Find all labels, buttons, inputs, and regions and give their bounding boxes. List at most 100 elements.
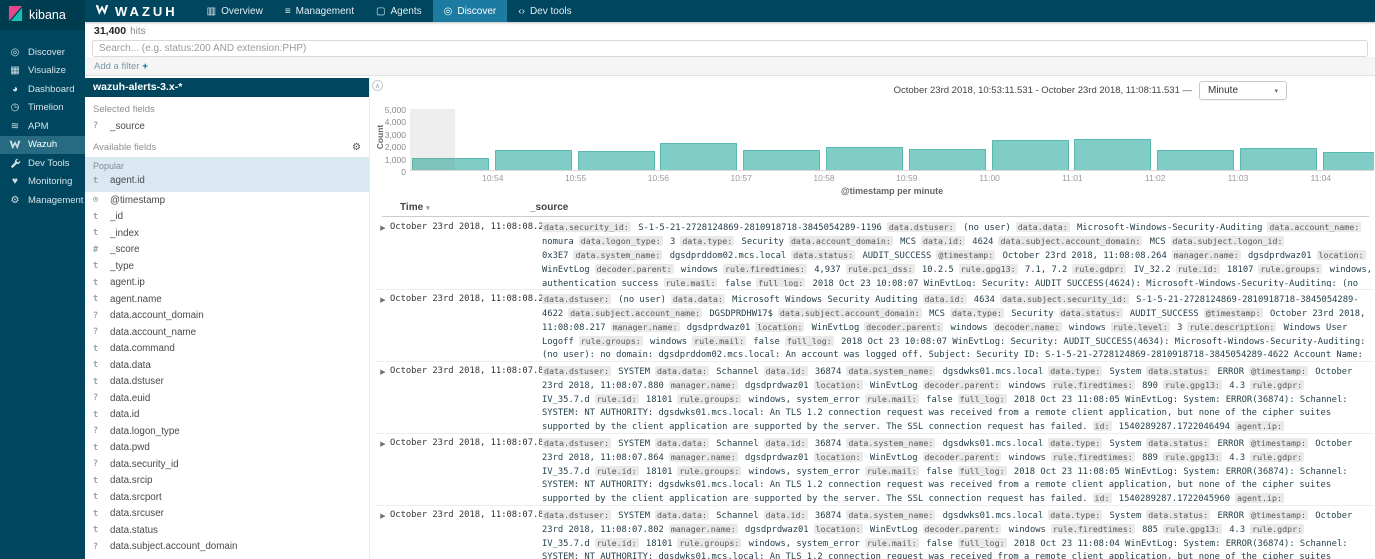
kibana-logo-icon	[8, 6, 23, 24]
nav-tab-label: Discover	[457, 5, 497, 17]
interval-select[interactable]: Minute ▾	[1199, 81, 1287, 100]
field-source[interactable]: ? _source	[85, 118, 369, 135]
expand-row-icon[interactable]: ▶	[376, 221, 390, 287]
field-key-badge: full_log:	[784, 336, 834, 346]
field-name: agent.id	[110, 175, 145, 187]
index-pattern-selector[interactable]: wazuh-alerts-3.x-*	[85, 78, 369, 97]
sort-caret-icon: ▾	[426, 205, 430, 212]
field-data-security-id[interactable]: ? data.security_id	[85, 456, 369, 473]
field-key-badge: data.logon_type:	[578, 236, 663, 246]
sidebar-item-management[interactable]: ⚙ Management	[0, 191, 85, 210]
field-key-badge: data.system_name:	[846, 510, 936, 520]
source-field: decoder.parent: windows	[922, 524, 1046, 535]
row-source: data.dstuser: SYSTEM data.data: Schannel d…	[542, 437, 1373, 503]
field-agent-id[interactable]: t agent.id	[85, 173, 369, 190]
field-key-badge: data.status:	[1146, 438, 1211, 448]
field-key-badge: data.dstuser:	[886, 222, 956, 232]
y-tick-label: 4,000	[384, 117, 406, 128]
expand-row-icon[interactable]: ▶	[376, 365, 390, 431]
field-agent-ip[interactable]: t agent.ip	[85, 275, 369, 292]
histogram-bar[interactable]	[1322, 152, 1374, 170]
chart-collapse-icon[interactable]: ∧	[372, 80, 383, 91]
sidebar-item-apm[interactable]: ≋ APM	[0, 117, 85, 136]
field-settings-gear-icon[interactable]: ⚙	[352, 142, 361, 153]
histogram-bar[interactable]	[826, 147, 903, 170]
field-type-icon: t	[93, 376, 99, 387]
column-header-time[interactable]: Time ▾	[400, 202, 430, 213]
histogram-bar[interactable]	[908, 149, 986, 170]
field-type-icon: ?	[93, 310, 99, 321]
x-tick-label: 10:54	[482, 173, 504, 183]
expand-row-icon[interactable]: ▶	[376, 437, 390, 503]
histogram-bar[interactable]	[494, 150, 572, 170]
kibana-logo[interactable]: kibana	[0, 0, 85, 30]
nav-tab-dev-tools[interactable]: ‹› Dev tools	[507, 0, 582, 22]
table-rows: ▶ October 23rd 2018, 11:08:08.264 data.sec…	[376, 218, 1373, 559]
nav-tab-label: Dev tools	[529, 5, 572, 17]
histogram-bar[interactable]	[577, 151, 655, 170]
timelion-icon: ◷	[10, 102, 20, 114]
field-data-pwd[interactable]: t data.pwd	[85, 440, 369, 457]
histogram-bar[interactable]	[1157, 150, 1235, 170]
field-data-srcport[interactable]: t data.srcport	[85, 489, 369, 506]
field-data-srcip[interactable]: t data.srcip	[85, 473, 369, 490]
field-data-srcuser[interactable]: t data.srcuser	[85, 506, 369, 523]
histogram-bar[interactable]	[660, 143, 738, 170]
field-timestamp[interactable]: ⊙ @timestamp	[85, 192, 369, 209]
histogram-bar[interactable]	[743, 150, 821, 170]
source-field: rule.gpg13: 4.3	[1162, 380, 1246, 391]
field-data-command[interactable]: t data.command	[85, 341, 369, 358]
field-data-status[interactable]: t data.status	[85, 522, 369, 539]
field-data-dstuser[interactable]: t data.dstuser	[85, 374, 369, 391]
source-field: data.id: 36874	[763, 510, 842, 521]
field-key-badge: rule.gdpr:	[1250, 380, 1305, 390]
sidebar-item-dev-tools[interactable]: Dev Tools	[0, 154, 85, 173]
nav-tab-discover[interactable]: ◎ Discover	[432, 0, 508, 22]
field-data-data[interactable]: t data.data	[85, 357, 369, 374]
histogram-bar[interactable]	[991, 140, 1069, 170]
sidebar-item-dashboard[interactable]: ◕ Dashboard	[0, 80, 85, 99]
nav-tab-agents[interactable]: ▢ Agents	[365, 0, 433, 22]
field-key-badge: rule.firedtimes:	[722, 264, 807, 274]
field-data-euid[interactable]: ? data.euid	[85, 390, 369, 407]
popular-heading: Popular	[93, 160, 125, 171]
field-id[interactable]: t _id	[85, 209, 369, 226]
sidebar-item-timelion[interactable]: ◷ Timelion	[0, 99, 85, 118]
sidebar-item-wazuh[interactable]: Wazuh	[0, 135, 85, 154]
histogram-bar[interactable]	[1074, 139, 1152, 170]
expand-row-icon[interactable]: ▶	[376, 509, 390, 559]
field-key-badge: full_log:	[957, 538, 1007, 548]
field-key-badge: full_log:	[957, 394, 1007, 404]
add-filter-link[interactable]: Add a filter +	[94, 61, 148, 72]
hits-bar: 31,400 hits	[85, 22, 1375, 38]
histogram-bar[interactable]	[1240, 148, 1317, 170]
field-data-id[interactable]: t data.id	[85, 407, 369, 424]
interval-value: Minute	[1208, 85, 1239, 96]
expand-row-icon[interactable]: ▶	[376, 293, 390, 359]
field-key-badge: data.dstuser:	[542, 510, 611, 520]
nav-tab-management[interactable]: ≡ Management	[274, 0, 365, 22]
source-field: rule.mail: false	[864, 538, 953, 549]
sidebar-item-discover[interactable]: ◎ Discover	[0, 43, 85, 62]
wazuh-brand[interactable]: WAZUH	[85, 0, 196, 22]
source-field: rule.pci_dss: 10.2.5	[845, 264, 954, 275]
search-input[interactable]	[92, 40, 1368, 57]
field-index[interactable]: t _index	[85, 225, 369, 242]
field-agent-name[interactable]: t agent.name	[85, 291, 369, 308]
field-data-account-domain[interactable]: ? data.account_domain	[85, 308, 369, 325]
sidebar-item-monitoring[interactable]: ♥ Monitoring	[0, 173, 85, 192]
nav-tab-overview[interactable]: ▥ Overview	[196, 0, 274, 22]
field-data-subject-account-domain[interactable]: ? data.subject.account_domain	[85, 539, 369, 556]
histogram-plot[interactable]	[410, 109, 1374, 171]
hits-count: 31,400	[94, 25, 127, 37]
field-type-icon: t	[93, 360, 99, 371]
field-score[interactable]: # _score	[85, 242, 369, 259]
field-type[interactable]: t _type	[85, 258, 369, 275]
available-fields-list: ⊙ @timestamp t _id t _index # _score t _type t agen…	[85, 192, 369, 555]
y-tick-label: 1,000	[384, 154, 406, 165]
field-data-account-name[interactable]: ? data.account_name	[85, 324, 369, 341]
field-key-badge: @timestamp:	[1203, 308, 1263, 318]
sidebar-item-visualize[interactable]: ▦ Visualize	[0, 62, 85, 81]
field-key-badge: rule.description:	[1187, 322, 1277, 332]
field-data-logon-type[interactable]: ? data.logon_type	[85, 423, 369, 440]
